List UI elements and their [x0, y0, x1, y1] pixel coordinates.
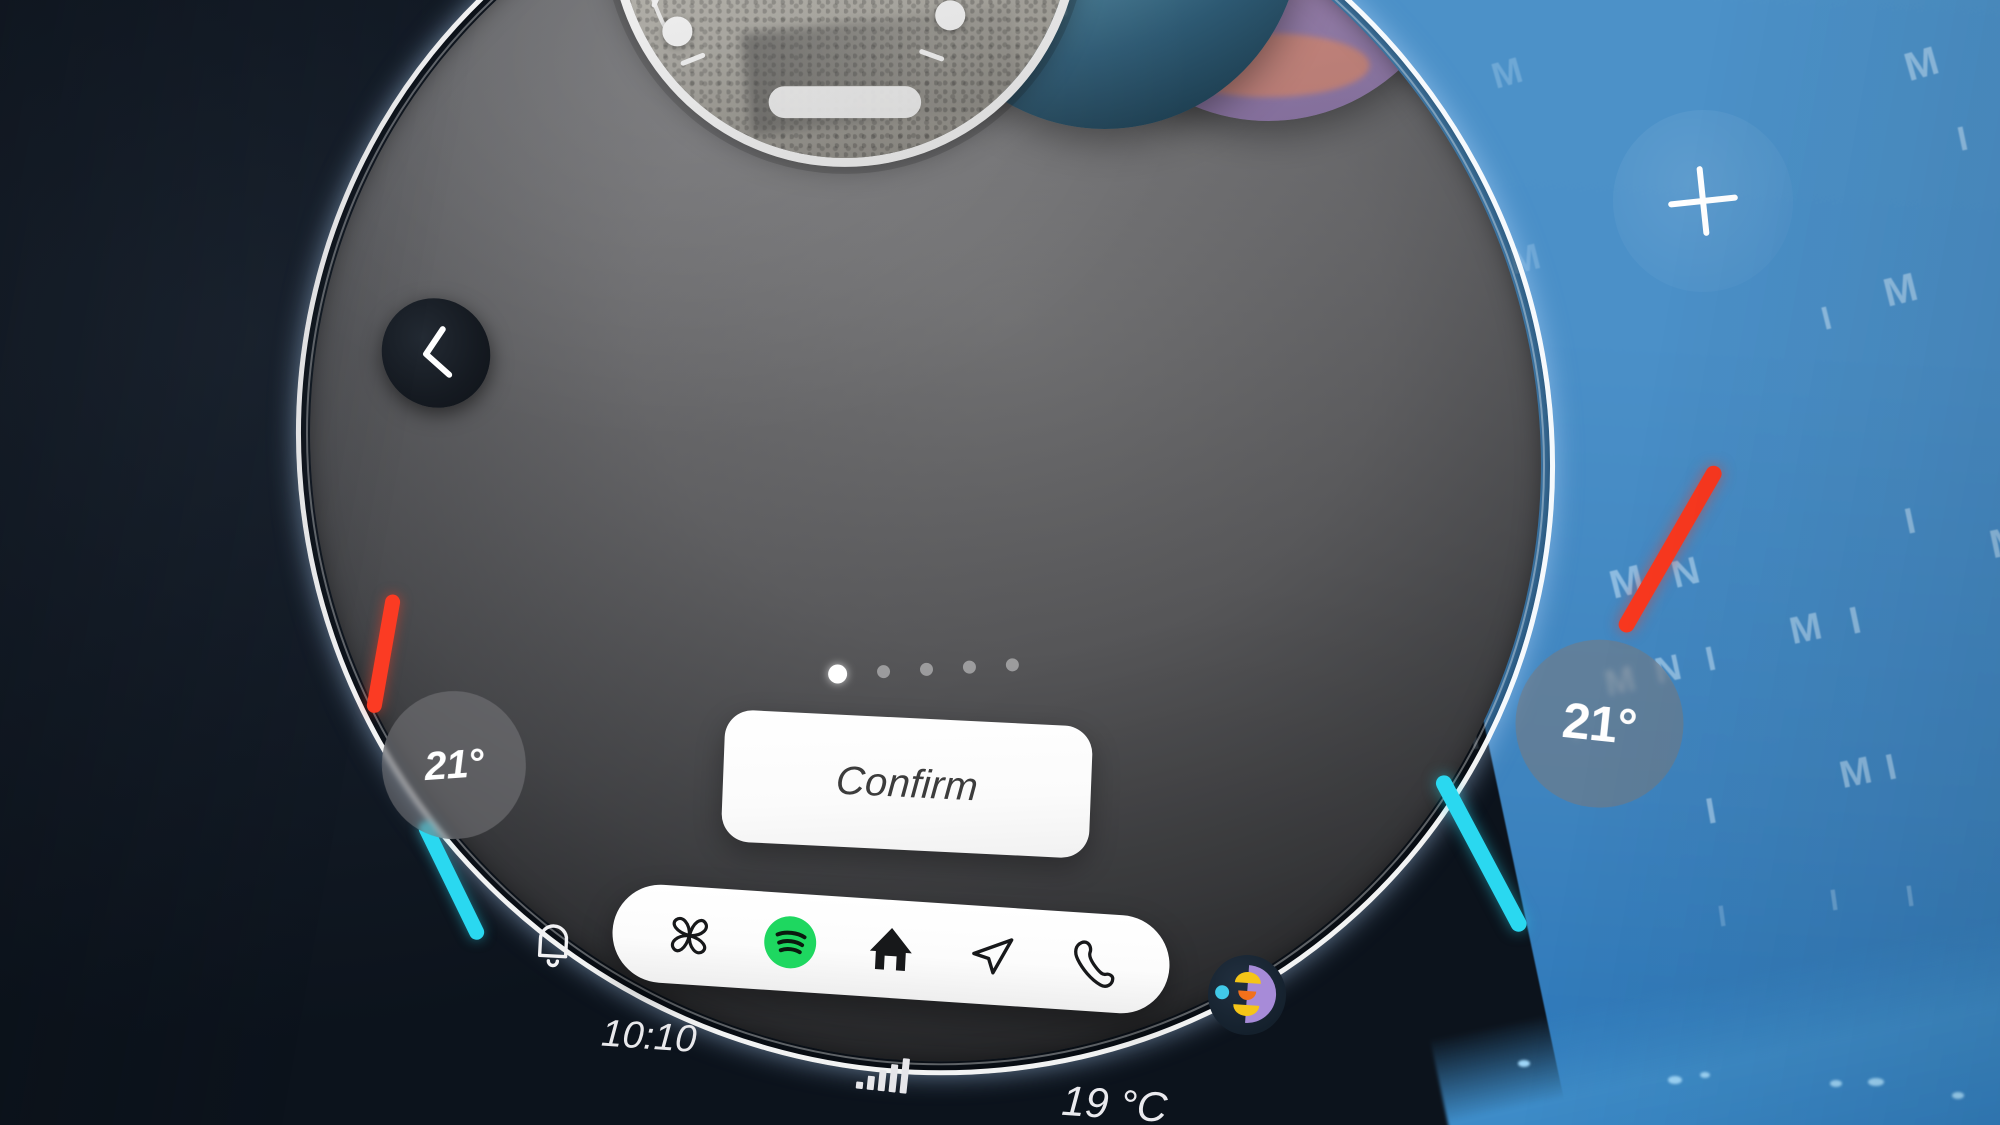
signal-bars-icon [855, 1054, 911, 1094]
status-outside-temperature: 19 °C [1060, 1076, 1169, 1125]
dock-item-navigation[interactable] [957, 921, 1026, 991]
infotainment-scene: M I M I I M N M M I M N I M I I N I N I … [0, 0, 2000, 1125]
page-dot-3[interactable] [919, 662, 934, 677]
confirm-button[interactable]: Confirm [720, 709, 1094, 859]
spotify-icon [764, 916, 816, 969]
driver-temperature-control[interactable]: 21° [337, 590, 659, 943]
navigation-icon [972, 938, 1014, 975]
driver-temp-value: 21° [422, 740, 485, 789]
passenger-temp-value: 21° [1559, 691, 1640, 756]
water-reflections [1500, 1040, 2000, 1125]
dock-item-home[interactable] [856, 914, 925, 984]
driver-temp-bubble[interactable]: 21° [376, 686, 531, 844]
status-clock: 10:10 [599, 1012, 698, 1061]
passenger-temp-bubble[interactable]: 21° [1507, 631, 1692, 816]
page-dot-4[interactable] [962, 660, 977, 674]
confirm-button-label: Confirm [834, 758, 980, 809]
passenger-temperature-control[interactable]: 21° [1433, 462, 1818, 935]
dock-item-climate[interactable] [654, 900, 723, 970]
home-icon [869, 928, 912, 971]
driver-temp-hot-arc[interactable] [365, 593, 402, 715]
dock-item-phone[interactable] [1058, 927, 1127, 997]
phone-icon [1074, 940, 1115, 988]
page-dot-2[interactable] [876, 664, 891, 679]
plus-icon [1668, 166, 1738, 236]
page-dot-1[interactable] [827, 664, 848, 684]
chevron-left-icon [423, 326, 453, 378]
page-dot-5[interactable] [1005, 658, 1020, 672]
fan-icon [670, 916, 708, 955]
dock-item-spotify[interactable] [755, 907, 824, 977]
